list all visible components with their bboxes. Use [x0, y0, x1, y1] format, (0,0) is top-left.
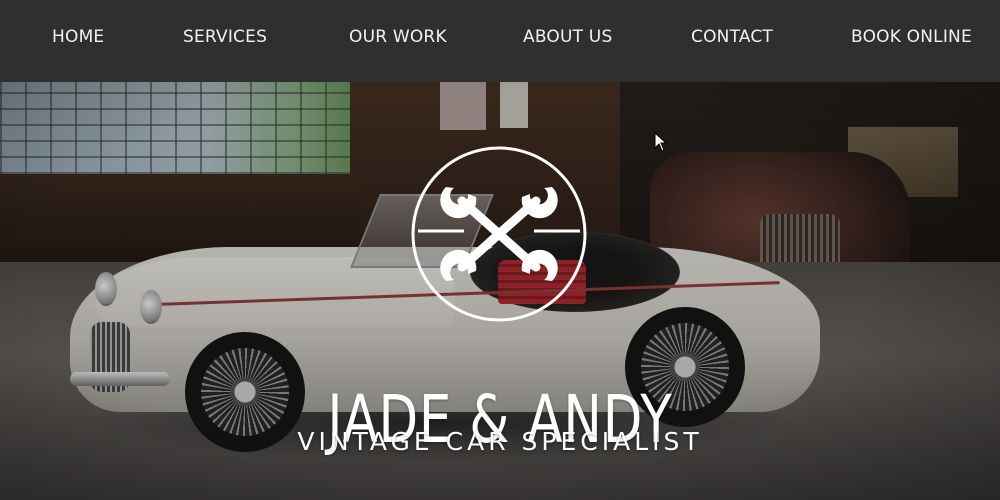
- crossed-wrenches-icon: [411, 146, 587, 322]
- page: HOME SERVICES OUR WORK ABOUT US CONTACT …: [0, 0, 1000, 500]
- brand-subtitle: VINTAGE CAR SPECIALIST: [297, 427, 703, 456]
- nav-about-us-link[interactable]: ABOUT US: [523, 27, 612, 51]
- nav-services-link[interactable]: SERVICES: [183, 27, 267, 51]
- mouse-pointer-icon: [654, 132, 668, 152]
- top-navigation: HOME SERVICES OUR WORK ABOUT US CONTACT …: [0, 0, 1000, 82]
- nav-our-work-link[interactable]: OUR WORK: [349, 27, 447, 51]
- nav-home-link[interactable]: HOME: [52, 27, 104, 51]
- nav-contact-link[interactable]: CONTACT: [691, 27, 773, 51]
- nav-book-online-link[interactable]: BOOK ONLINE: [851, 27, 972, 51]
